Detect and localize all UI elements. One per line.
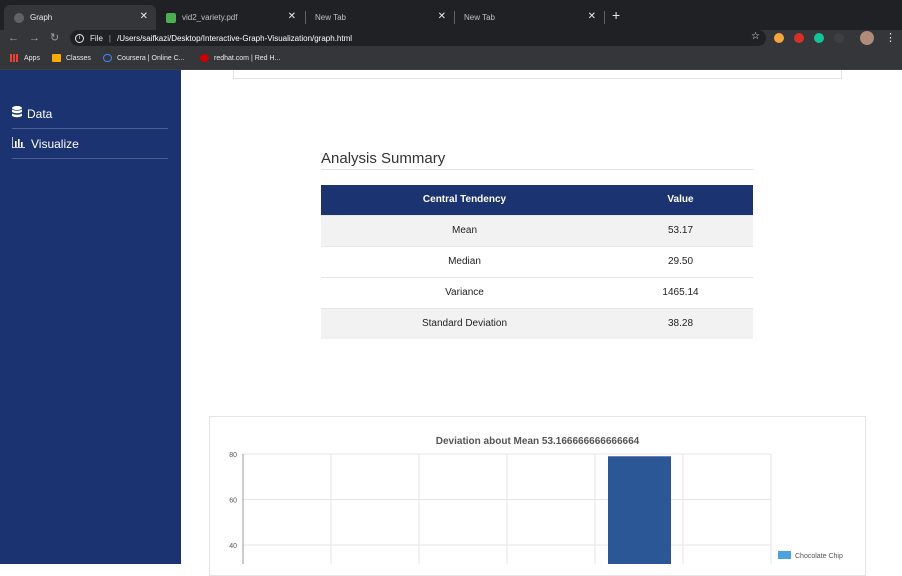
legend-swatch: [778, 551, 791, 559]
chart-bar: [608, 456, 671, 564]
y-tick-label: 60: [229, 498, 237, 505]
legend-label: Chocolate Chip: [795, 553, 843, 560]
y-tick-label: 40: [229, 543, 237, 550]
y-tick-label: 80: [229, 452, 237, 459]
deviation-chart: 80 60 40 Chocolate Chip: [229, 452, 843, 564]
